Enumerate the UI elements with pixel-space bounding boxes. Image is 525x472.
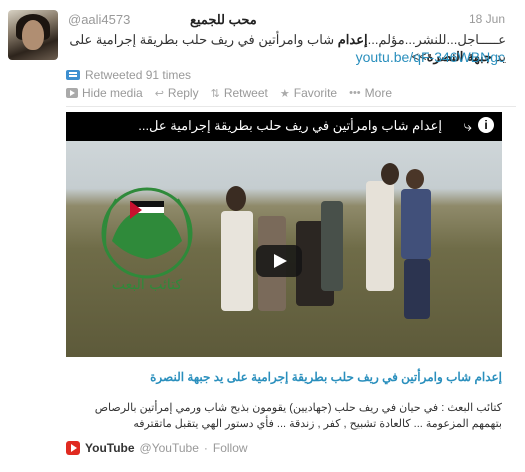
hide-media-button[interactable]: Hide media xyxy=(66,86,143,100)
source-attribution: YouTube @YouTube · Follow xyxy=(66,441,248,455)
tweet-text-part1: عـــــاجل...للنشر...مؤلم... xyxy=(367,32,506,47)
reply-label: Reply xyxy=(167,86,199,100)
reply-icon: ↩ xyxy=(154,87,164,100)
media-icon xyxy=(66,88,78,98)
youtube-icon xyxy=(66,441,80,455)
avatar[interactable] xyxy=(8,10,58,60)
hide-media-label: Hide media xyxy=(82,86,143,100)
video-title[interactable]: إعدام شاب وامرأتين في ريف حلب بطريقة إجر… xyxy=(74,118,442,136)
tweet: @aali4573 محب للجميع 18 Jun عـــــاجل...… xyxy=(0,0,525,472)
play-button[interactable] xyxy=(256,245,302,277)
favorite-button[interactable]: ★ Favorite xyxy=(280,86,337,100)
person-figure xyxy=(366,181,394,291)
tweet-actions: Hide media ↩ Reply ⇅ Retweet ★ Favorite … xyxy=(66,86,392,100)
retweet-button[interactable]: ⇅ Retweet xyxy=(211,86,268,100)
video-scene: كتائب البعث xyxy=(66,141,502,357)
retweet-count: Retweeted 91 times xyxy=(66,68,191,82)
retweet-action-icon: ⇅ xyxy=(210,87,220,100)
source-name[interactable]: YouTube xyxy=(85,441,135,455)
divider xyxy=(66,106,516,107)
person-figure xyxy=(406,169,424,189)
source-handle[interactable]: @YouTube xyxy=(140,441,199,455)
avatar-face xyxy=(22,20,44,50)
person-figure xyxy=(404,259,430,319)
person-figure xyxy=(401,189,431,259)
share-icon[interactable]: ⤷ xyxy=(464,118,472,135)
star-icon: ★ xyxy=(279,87,290,100)
author-name[interactable]: محب للجميع xyxy=(190,12,257,28)
more-icon: ••• xyxy=(349,87,361,99)
separator-dot: · xyxy=(203,441,208,455)
reply-button[interactable]: ↩ Reply xyxy=(155,86,199,100)
tweet-text-bold1: إعدام xyxy=(337,32,368,47)
more-label: More xyxy=(364,86,392,100)
emblem-text: كتائب البعث xyxy=(112,277,182,293)
video-player[interactable]: إعدام شاب وامرأتين في ريف حلب بطريقة إجر… xyxy=(66,112,502,357)
author-handle[interactable]: @aali4573 xyxy=(68,12,130,27)
person-figure xyxy=(221,211,253,311)
tweet-link[interactable]: youtu.be/qF-346WBNgc xyxy=(356,49,505,65)
tweet-date[interactable]: 18 Jun xyxy=(469,12,505,26)
video-link-title[interactable]: إعدام شاب وامرأتين في ريف حلب بطريقة إجر… xyxy=(66,370,502,384)
brigade-emblem: كتائب البعث xyxy=(101,187,193,293)
info-icon[interactable]: i xyxy=(478,117,494,133)
follow-link[interactable]: Follow xyxy=(213,441,248,455)
person-figure xyxy=(381,163,399,185)
retweet-count-text: Retweeted 91 times xyxy=(85,68,192,82)
favorite-label: Favorite xyxy=(293,86,338,100)
retweet-icon xyxy=(66,70,80,80)
person-figure xyxy=(226,186,246,211)
video-description: كتائب البعث : في حيان في ريف حلب (جهاديي… xyxy=(94,402,502,430)
more-button[interactable]: ••• More xyxy=(349,86,392,100)
person-figure xyxy=(321,201,343,291)
retweet-label: Retweet xyxy=(223,86,268,100)
